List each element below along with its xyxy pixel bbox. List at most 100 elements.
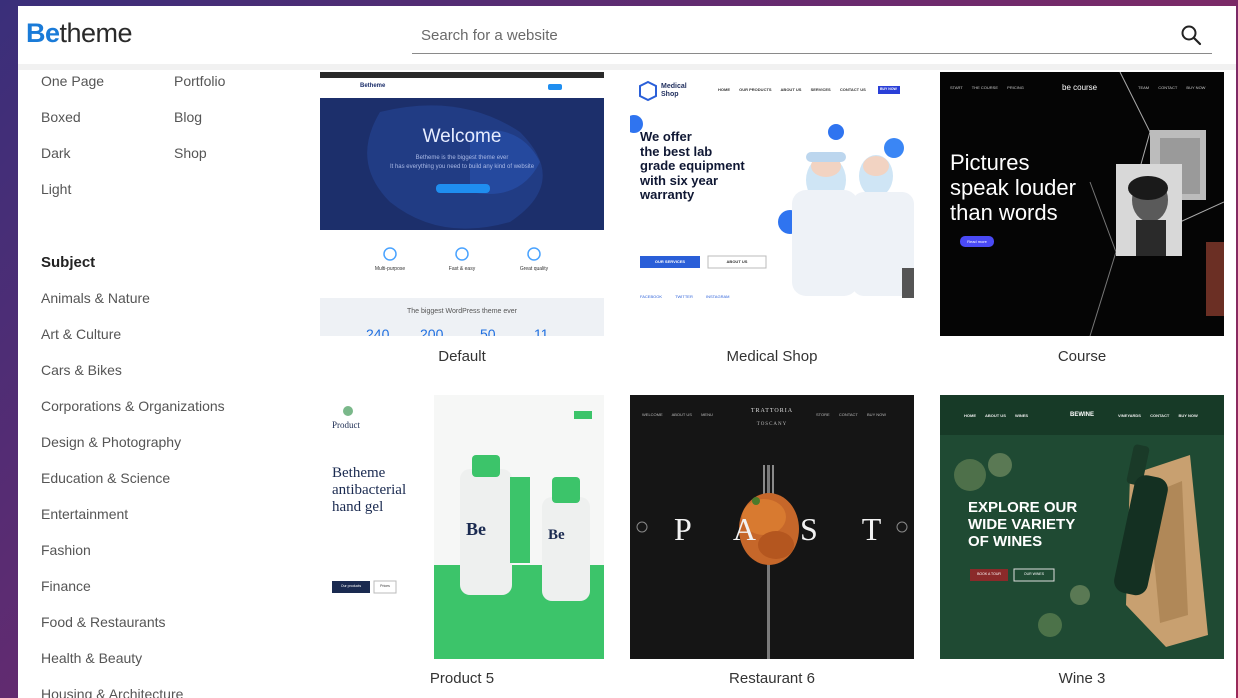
medical-headline-line-3: grade equipment — [640, 158, 745, 173]
subject-finance[interactable]: Finance — [41, 578, 91, 594]
course-headline-line-3: than words — [950, 200, 1058, 225]
filter-portfolio[interactable]: Portfolio — [174, 73, 225, 89]
course-nav-course: THE COURSE — [971, 85, 999, 90]
wine-nav-vineyards: VINEYARDS — [1118, 413, 1141, 418]
logo-theme: theme — [59, 18, 133, 48]
course-headline-line-1: Pictures — [950, 150, 1030, 175]
template-thumbnail: Medical Shop HOME OUR PRODUCTS ABOUT US … — [630, 72, 914, 336]
product-headline-line-1: Betheme — [332, 465, 386, 481]
template-name[interactable]: Wine 3 — [940, 670, 1224, 687]
filter-dark[interactable]: Dark — [41, 145, 71, 161]
medical-nav-services: SERVICES — [810, 87, 831, 92]
subject-cars-bikes[interactable]: Cars & Bikes — [41, 362, 122, 378]
product-bottle-1-label: Be — [466, 519, 486, 539]
product-headline: Betheme antibacterial hand gel — [332, 465, 406, 516]
product-bottle-2-label: Be — [548, 527, 565, 543]
product-headline-line-3: hand gel — [332, 499, 384, 515]
restaurant-hero-word: PASTA — [674, 511, 914, 547]
default-stat-3: 50 — [480, 326, 496, 336]
default-brand: Betheme — [360, 83, 386, 89]
betheme-logo[interactable]: Betheme — [26, 18, 133, 49]
wine-nav-right: VINEYARDS CONTACT BUY NOW — [1118, 413, 1198, 418]
medical-buy-label: BUY NOW — [880, 87, 897, 91]
medical-btn-services: OUR SERVICES — [654, 259, 686, 264]
default-stat-4: 11 — [534, 326, 549, 336]
template-thumbnail: WELCOME ABOUT US MENU STORE CONTACT BUY … — [630, 395, 914, 659]
default-bottom-text: The biggest WordPress theme ever — [407, 308, 517, 315]
restaurant-brand-sub: TOSCANY — [756, 422, 788, 427]
wine-btn-wines: OUR WINES — [1023, 572, 1045, 576]
wine-headline-line-2: WIDE VARIETY — [968, 516, 1076, 533]
subject-fashion[interactable]: Fashion — [41, 542, 91, 558]
wine-headline: EXPLORE OUR WIDE VARIETY OF WINES — [968, 499, 1077, 550]
search-bar — [412, 18, 1212, 54]
browser-frame: Betheme One Page Portfolio Boxed Blog Da… — [18, 6, 1236, 698]
filter-boxed[interactable]: Boxed — [41, 109, 81, 125]
search-icon[interactable] — [1180, 24, 1202, 46]
wine-nav-contact: CONTACT — [1150, 413, 1170, 418]
template-thumbnail: START THE COURSE PRICING be course TEAM … — [940, 72, 1224, 336]
wine-headline-line-1: EXPLORE OUR — [968, 499, 1078, 516]
medical-social: FACEBOOK TWITTER INSTAGRAM — [640, 294, 729, 299]
default-tagline-2: It has everything you need to build any … — [389, 164, 535, 170]
course-nav-left: START THE COURSE PRICING — [950, 85, 1024, 90]
course-nav-start: START — [950, 85, 963, 90]
default-preview — [320, 72, 604, 336]
course-read-more: Read more — [967, 239, 987, 244]
filter-blog[interactable]: Blog — [174, 109, 202, 125]
subject-art-culture[interactable]: Art & Culture — [41, 326, 121, 342]
medical-btn-about: ABOUT US — [726, 259, 748, 264]
medical-nav-about: ABOUT US — [780, 87, 802, 92]
logo-be: Be — [26, 18, 60, 48]
medical-headline-line-5: warranty — [640, 187, 695, 202]
default-feature-3: Great quality — [519, 266, 549, 272]
default-stat-1: 240 — [366, 326, 390, 336]
template-thumbnail: Betheme Welcome Betheme is the biggest t… — [320, 72, 604, 336]
subject-food-restaurants[interactable]: Food & Restaurants — [41, 614, 166, 630]
template-name[interactable]: Product 5 — [320, 670, 604, 687]
filter-sidebar: One Page Portfolio Boxed Blog Dark Shop … — [18, 70, 308, 698]
template-name[interactable]: Medical Shop — [630, 348, 914, 365]
medical-nav-products: OUR PRODUCTS — [739, 87, 772, 92]
product-headline-line-2: antibacterial — [332, 482, 407, 498]
template-name[interactable]: Course — [940, 348, 1224, 365]
filter-light[interactable]: Light — [41, 181, 71, 197]
default-welcome: Welcome — [422, 126, 502, 147]
default-tagline-1: Betheme is the biggest theme ever — [415, 155, 509, 161]
search-input[interactable] — [412, 18, 1152, 52]
medical-brand-1: Medical — [661, 83, 687, 90]
course-headline: Pictures speak louder than words — [950, 150, 1076, 225]
subject-heading: Subject — [41, 254, 96, 271]
template-thumbnail: HOME ABOUT US WINES BEWINE VINEYARDS CON… — [940, 395, 1224, 659]
product-cta: Our products — [340, 584, 362, 588]
subject-education-science[interactable]: Education & Science — [41, 470, 170, 486]
template-thumbnail: Product Betheme antibacterial hand gel O… — [320, 395, 604, 659]
subject-design-photography[interactable]: Design & Photography — [41, 434, 181, 450]
medical-nav-contact: CONTACT US — [839, 87, 866, 92]
subject-housing-architecture[interactable]: Housing & Architecture — [41, 686, 183, 698]
restaurant-brand: TRATTORIA — [750, 408, 794, 414]
filter-one-page[interactable]: One Page — [41, 73, 104, 89]
template-name[interactable]: Restaurant 6 — [630, 670, 914, 687]
medical-nav: HOME OUR PRODUCTS ABOUT US SERVICES CONT… — [718, 87, 866, 92]
default-stat-2: 200 — [420, 326, 444, 336]
product-brand: Product — [332, 420, 360, 430]
course-headline-line-2: speak louder — [950, 175, 1076, 200]
template-name[interactable]: Default — [320, 348, 604, 365]
subject-corporations[interactable]: Corporations & Organizations — [41, 398, 225, 414]
course-nav-team: TEAM — [1138, 85, 1150, 90]
wine-btn-tour: BOOK A TOUR — [977, 572, 1001, 576]
filter-shop[interactable]: Shop — [174, 145, 207, 161]
header: Betheme — [18, 6, 1236, 68]
course-brand: be course — [1062, 83, 1098, 92]
subject-animals-nature[interactable]: Animals & Nature — [41, 290, 150, 306]
subject-entertainment[interactable]: Entertainment — [41, 506, 128, 522]
medical-social-facebook: FACEBOOK — [640, 294, 663, 299]
wine-headline-line-3: OF WINES — [968, 533, 1043, 550]
medical-headline-line-4: with six year — [640, 172, 719, 188]
subject-health-beauty[interactable]: Health & Beauty — [41, 650, 142, 666]
medical-headline-line-1: We offer — [640, 129, 692, 144]
medical-social-twitter: TWITTER — [675, 294, 693, 299]
medical-headline-line-2: the best lab — [640, 143, 713, 159]
medical-headline: We offer the best lab grade equipment wi… — [640, 129, 745, 203]
